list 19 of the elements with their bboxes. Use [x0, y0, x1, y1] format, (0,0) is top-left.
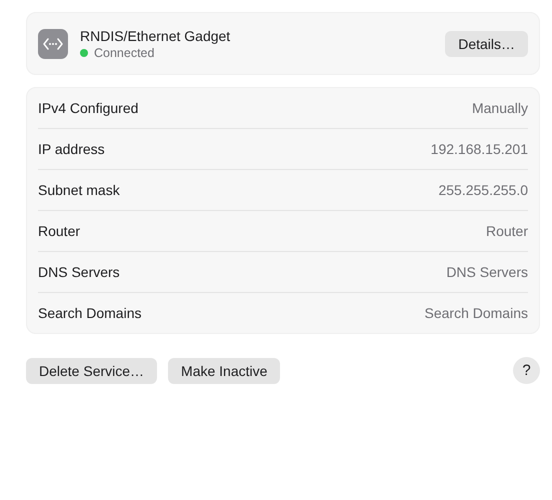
service-name: RNDIS/Ethernet Gadget	[80, 28, 232, 44]
setting-label: Router	[38, 223, 80, 239]
status-text: Connected	[94, 46, 154, 60]
details-button[interactable]: Details…	[445, 30, 528, 56]
setting-label: Subnet mask	[38, 182, 120, 198]
setting-value: 255.255.255.0	[438, 182, 528, 198]
help-button[interactable]: ?	[513, 357, 540, 384]
setting-value: DNS Servers	[446, 264, 528, 280]
network-icon	[38, 28, 68, 58]
setting-label: Search Domains	[38, 305, 142, 321]
setting-value: Manually	[472, 100, 528, 116]
setting-value: 192.168.15.201	[430, 141, 528, 157]
setting-label: IP address	[38, 141, 105, 157]
setting-value: Search Domains	[424, 305, 528, 321]
setting-value: Router	[486, 223, 528, 239]
action-button[interactable]: Make Inactive	[168, 358, 280, 384]
setting-label: DNS Servers	[38, 264, 120, 280]
setting-label: IPv4 Configured	[38, 100, 138, 116]
action-button[interactable]: Delete Service…	[26, 358, 158, 384]
